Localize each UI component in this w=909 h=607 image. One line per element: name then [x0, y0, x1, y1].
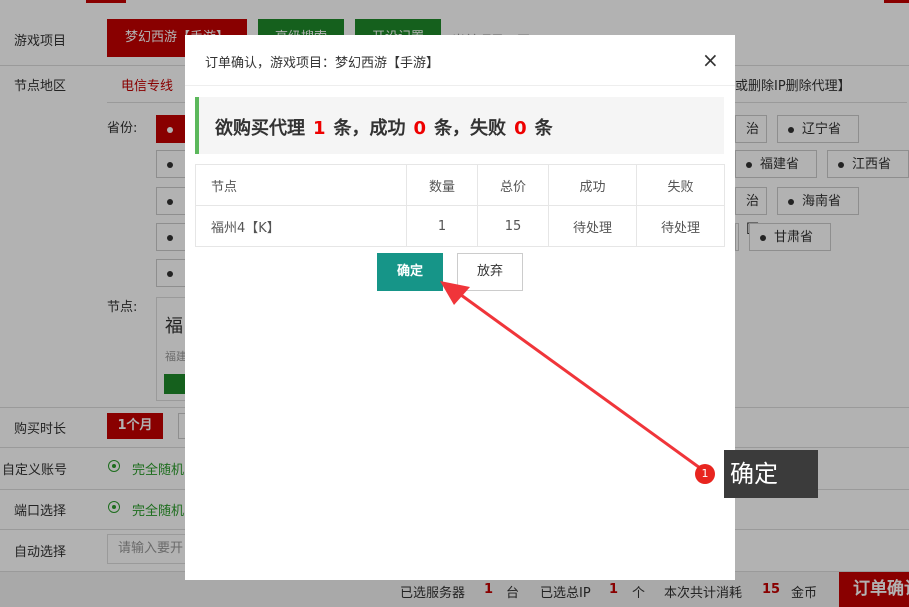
arrow-head: [440, 281, 470, 305]
annotation-tooltip: 确定: [724, 450, 818, 498]
annotation-arrow: [440, 281, 701, 470]
arrow-line: [449, 285, 701, 470]
step-badge: 1: [695, 464, 715, 484]
